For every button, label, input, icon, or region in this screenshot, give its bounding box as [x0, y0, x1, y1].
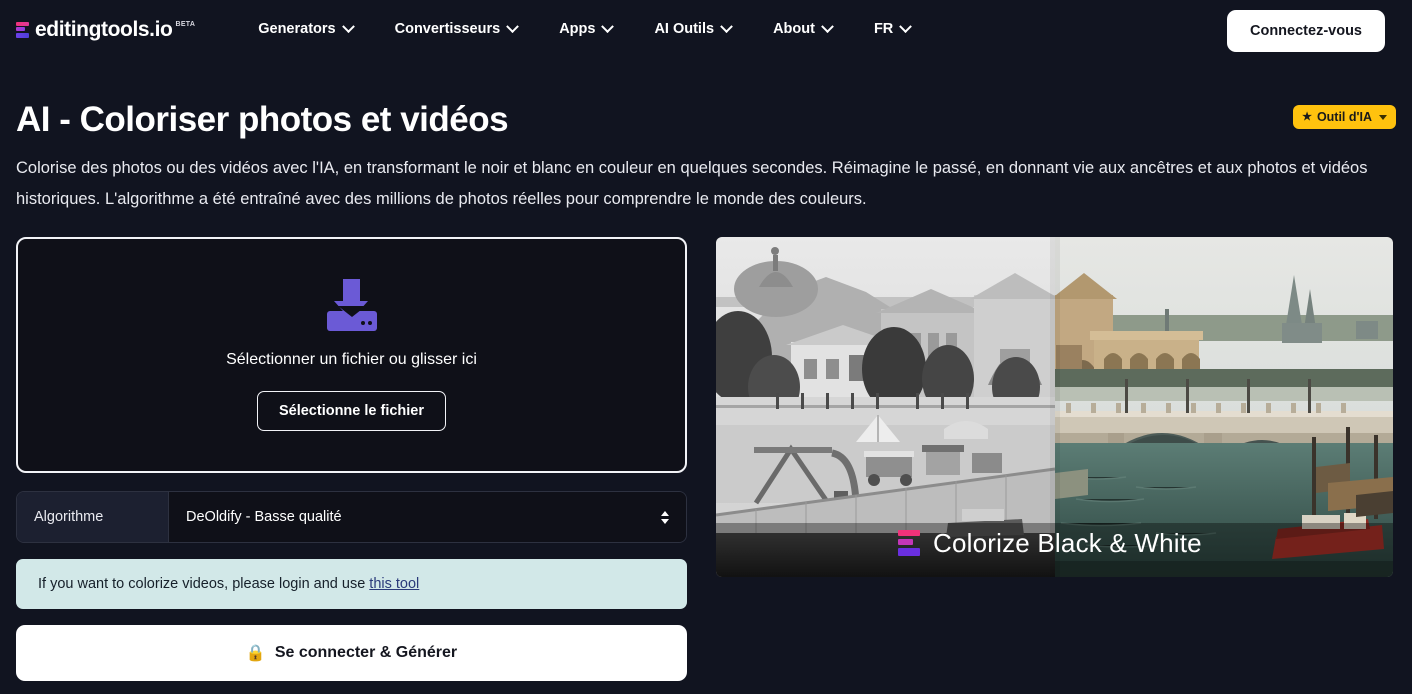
chevron-down-icon	[506, 20, 520, 34]
caret-down-icon	[1379, 114, 1387, 120]
brand-mark-icon	[898, 529, 920, 558]
tool-panel: Sélectionner un fichier ou glisser ici S…	[16, 237, 687, 681]
logo-text: editingtools.io	[35, 17, 173, 41]
star-icon: ★	[1302, 110, 1312, 123]
nav-item-language[interactable]: FR	[853, 0, 931, 59]
upload-icon	[326, 279, 377, 331]
brand-mark-icon	[16, 21, 29, 39]
demo-illustration	[716, 237, 1393, 577]
info-banner: If you want to colorize videos, please l…	[16, 559, 687, 609]
beta-tag: BETA	[175, 20, 196, 28]
chevron-down-icon	[601, 20, 615, 34]
site-header: editingtools.io BETA Generators Converti…	[0, 0, 1412, 59]
nav-item-convertisseurs[interactable]: Convertisseurs	[374, 0, 539, 59]
login-button[interactable]: Connectez-vous	[1227, 10, 1385, 52]
dropzone-hint: Sélectionner un fichier ou glisser ici	[226, 351, 477, 368]
chevron-down-icon	[720, 20, 733, 34]
info-banner-text: If you want to colorize videos, please l…	[38, 576, 370, 592]
nav-item-ai-outils[interactable]: AI Outils	[633, 0, 752, 59]
page-title: AI - Coloriser photos et vidéos	[16, 100, 509, 139]
main-area: Sélectionner un fichier ou glisser ici S…	[16, 237, 1396, 681]
algorithm-label: Algorithme	[17, 492, 169, 542]
nav-label: Convertisseurs	[394, 21, 501, 37]
nav-item-about[interactable]: About	[752, 0, 853, 59]
nav-label: FR	[873, 21, 894, 37]
lock-icon: 🔒	[245, 645, 266, 662]
nav-item-apps[interactable]: Apps	[538, 0, 633, 59]
demo-caption-text: Colorize Black & White	[933, 528, 1202, 558]
title-row: AI - Coloriser photos et vidéos ★ Outil …	[16, 99, 1396, 141]
demo-panel: Colorize Black & White	[716, 237, 1393, 577]
main-navigation: Generators Convertisseurs Apps AI Outils…	[237, 0, 931, 59]
nav-item-generators[interactable]: Generators	[237, 0, 373, 59]
select-arrows-icon	[661, 510, 669, 524]
nav-label: Apps	[559, 21, 596, 37]
this-tool-link[interactable]: this tool	[369, 576, 419, 592]
ai-tool-badge[interactable]: ★ Outil d'IA	[1293, 105, 1396, 129]
chevron-down-icon	[899, 20, 913, 34]
page-content: AI - Coloriser photos et vidéos ★ Outil …	[0, 99, 1412, 681]
nav-label: About	[773, 21, 815, 37]
chevron-down-icon	[341, 20, 355, 34]
before-after-demo-image: Colorize Black & White	[716, 237, 1393, 577]
generate-button-label: Se connecter & Générer	[274, 644, 458, 661]
file-dropzone[interactable]: Sélectionner un fichier ou glisser ici S…	[16, 237, 687, 473]
demo-caption: Colorize Black & White	[898, 528, 1202, 559]
login-and-generate-button[interactable]: 🔒 Se connecter & Générer	[16, 625, 687, 681]
algorithm-row: Algorithme DeOldify - Basse qualité	[16, 491, 687, 543]
algorithm-selected-value: DeOldify - Basse qualité	[186, 509, 342, 525]
select-file-button[interactable]: Sélectionne le fichier	[256, 391, 447, 431]
chevron-down-icon	[821, 20, 834, 34]
nav-label: Generators	[258, 21, 336, 37]
page-description: Colorise des photos ou des vidéos avec l…	[16, 159, 1368, 208]
ai-tool-badge-label: Outil d'IA	[1316, 110, 1372, 124]
site-logo[interactable]: editingtools.io BETA	[16, 16, 195, 44]
algorithm-select[interactable]: DeOldify - Basse qualité	[169, 492, 686, 542]
nav-label: AI Outils	[654, 21, 715, 37]
